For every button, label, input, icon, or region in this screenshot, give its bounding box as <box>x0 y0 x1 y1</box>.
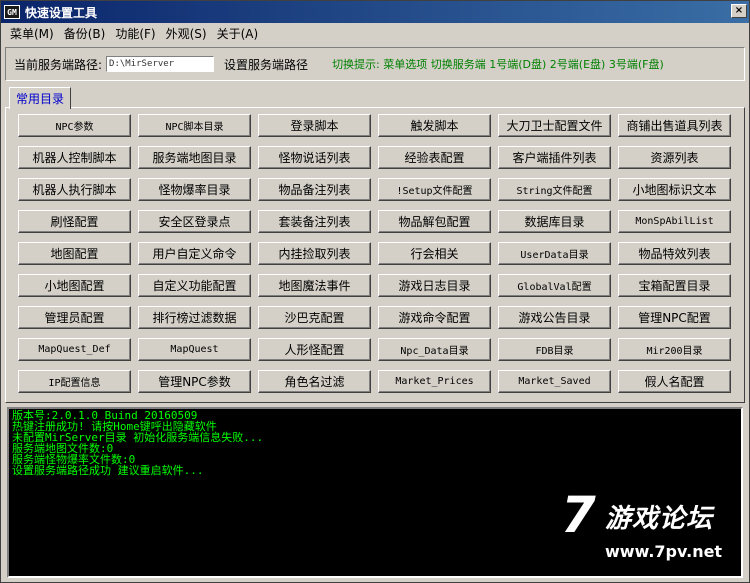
dir-button-34[interactable]: 游戏日志目录 <box>378 274 491 297</box>
dir-button-9[interactable]: 怪物说话列表 <box>258 146 371 169</box>
dir-button-27[interactable]: 内挂捡取列表 <box>258 242 371 265</box>
dir-button-21[interactable]: 套装备注列表 <box>258 210 371 233</box>
app-window: GM 快速设置工具 × 菜单(M) 备份(B) 功能(F) 外观(S) 关于(A… <box>0 0 750 583</box>
dir-button-33[interactable]: 地图魔法事件 <box>258 274 371 297</box>
dir-button-25[interactable]: 地图配置 <box>18 242 131 265</box>
dir-button-17[interactable]: String文件配置 <box>498 178 611 201</box>
dir-button-38[interactable]: 排行榜过滤数据 <box>138 306 251 329</box>
log-line: 设置服务端路径成功 建议重启软件... <box>12 464 204 477</box>
server-path-input[interactable]: D:\MirServer <box>106 56 215 72</box>
dir-button-54[interactable]: 假人名配置 <box>618 370 731 393</box>
log-console: 版本号:2.0.1.0 Buind 20160509 热键注册成功! 请按Home… <box>7 407 743 578</box>
dir-button-45[interactable]: 人形怪配置 <box>258 338 371 361</box>
log-line: 未配置MirServer目录 初始化服务端信息失败... <box>12 431 264 444</box>
dir-button-1[interactable]: NPC参数 <box>18 114 131 137</box>
menu-function[interactable]: 功能(F) <box>110 25 160 42</box>
dir-button-42[interactable]: 管理NPC配置 <box>618 306 731 329</box>
dir-button-50[interactable]: 管理NPC参数 <box>138 370 251 393</box>
set-server-path-button[interactable]: 设置服务端路径 <box>224 56 308 73</box>
dir-button-35[interactable]: GlobalVal配置 <box>498 274 611 297</box>
switch-hint-text: 切换提示: 菜单选项 切换服务端 1号端(D盘) 2号端(E盘) 3号端(F盘) <box>332 58 664 71</box>
dir-button-4[interactable]: 触发脚本 <box>378 114 491 137</box>
watermark-title: 游戏论坛 <box>605 504 714 534</box>
dir-button-18[interactable]: 小地图标识文本 <box>618 178 731 201</box>
dir-button-49[interactable]: IP配置信息 <box>18 370 131 393</box>
dir-button-37[interactable]: 管理员配置 <box>18 306 131 329</box>
dir-button-43[interactable]: MapQuest_Def <box>18 338 131 361</box>
dir-button-3[interactable]: 登录脚本 <box>258 114 371 137</box>
dir-button-14[interactable]: 怪物爆率目录 <box>138 178 251 201</box>
dir-button-7[interactable]: 机器人控制脚本 <box>18 146 131 169</box>
dir-button-6[interactable]: 商铺出售道具列表 <box>618 114 731 137</box>
dir-button-39[interactable]: 沙巴克配置 <box>258 306 371 329</box>
dir-button-26[interactable]: 用户自定义命令 <box>138 242 251 265</box>
dir-button-10[interactable]: 经验表配置 <box>378 146 491 169</box>
dir-button-13[interactable]: 机器人执行脚本 <box>18 178 131 201</box>
app-icon: GM <box>4 5 20 19</box>
log-lines: 版本号:2.0.1.0 Buind 20160509 热键注册成功! 请按Home… <box>12 410 738 476</box>
dir-button-20[interactable]: 安全区登录点 <box>138 210 251 233</box>
dir-button-44[interactable]: MapQuest <box>138 338 251 361</box>
menu-bar: 菜单(M) 备份(B) 功能(F) 外观(S) 关于(A) <box>1 23 749 43</box>
dir-button-23[interactable]: 数据库目录 <box>498 210 611 233</box>
dir-button-8[interactable]: 服务端地图目录 <box>138 146 251 169</box>
dir-button-46[interactable]: Npc_Data目录 <box>378 338 491 361</box>
watermark-url: www.7pv.net <box>605 542 723 561</box>
menu-backup[interactable]: 备份(B) <box>59 25 111 42</box>
dir-button-51[interactable]: 角色名过滤 <box>258 370 371 393</box>
title-bar[interactable]: GM 快速设置工具 × <box>1 1 749 23</box>
dir-button-40[interactable]: 游戏命令配置 <box>378 306 491 329</box>
dir-button-53[interactable]: Market_Saved <box>498 370 611 393</box>
menu-about[interactable]: 关于(A) <box>212 25 264 42</box>
dir-button-48[interactable]: Mir200目录 <box>618 338 731 361</box>
dir-button-16[interactable]: !Setup文件配置 <box>378 178 491 201</box>
button-grid: NPC参数 NPC脚本目录 登录脚本 触发脚本 大刀卫士配置文件 商铺出售道具列表机器人控… <box>18 114 731 393</box>
dir-button-47[interactable]: FDB目录 <box>498 338 611 361</box>
dir-button-12[interactable]: 资源列表 <box>618 146 731 169</box>
dir-button-32[interactable]: 自定义功能配置 <box>138 274 251 297</box>
watermark-logo-seven: 7 <box>561 486 596 544</box>
dir-button-19[interactable]: 刷怪配置 <box>18 210 131 233</box>
close-button[interactable]: × <box>731 4 747 18</box>
dir-button-24[interactable]: MonSpAbilList <box>618 210 731 233</box>
dir-button-11[interactable]: 客户端插件列表 <box>498 146 611 169</box>
menu-appearance[interactable]: 外观(S) <box>161 25 212 42</box>
dir-button-5[interactable]: 大刀卫士配置文件 <box>498 114 611 137</box>
dir-button-31[interactable]: 小地图配置 <box>18 274 131 297</box>
dir-button-30[interactable]: 物品特效列表 <box>618 242 731 265</box>
window-title: 快速设置工具 <box>25 5 98 20</box>
common-directories-panel: NPC参数 NPC脚本目录 登录脚本 触发脚本 大刀卫士配置文件 商铺出售道具列表机器人控… <box>5 107 745 403</box>
menu-main[interactable]: 菜单(M) <box>5 25 59 42</box>
dir-button-36[interactable]: 宝箱配置目录 <box>618 274 731 297</box>
server-path-bar: 当前服务端路径: D:\MirServer 设置服务端路径 切换提示: 菜单选项… <box>5 47 745 81</box>
dir-button-2[interactable]: NPC脚本目录 <box>138 114 251 137</box>
dir-button-28[interactable]: 行会相关 <box>378 242 491 265</box>
tab-common-directories[interactable]: 常用目录 <box>9 87 71 109</box>
dir-button-52[interactable]: Market_Prices <box>378 370 491 393</box>
dir-button-15[interactable]: 物品备注列表 <box>258 178 371 201</box>
server-path-label: 当前服务端路径: <box>14 57 103 72</box>
site-watermark: 7 游戏论坛 www.7pv.net <box>561 486 731 568</box>
dir-button-41[interactable]: 游戏公告目录 <box>498 306 611 329</box>
dir-button-22[interactable]: 物品解包配置 <box>378 210 491 233</box>
dir-button-29[interactable]: UserData目录 <box>498 242 611 265</box>
